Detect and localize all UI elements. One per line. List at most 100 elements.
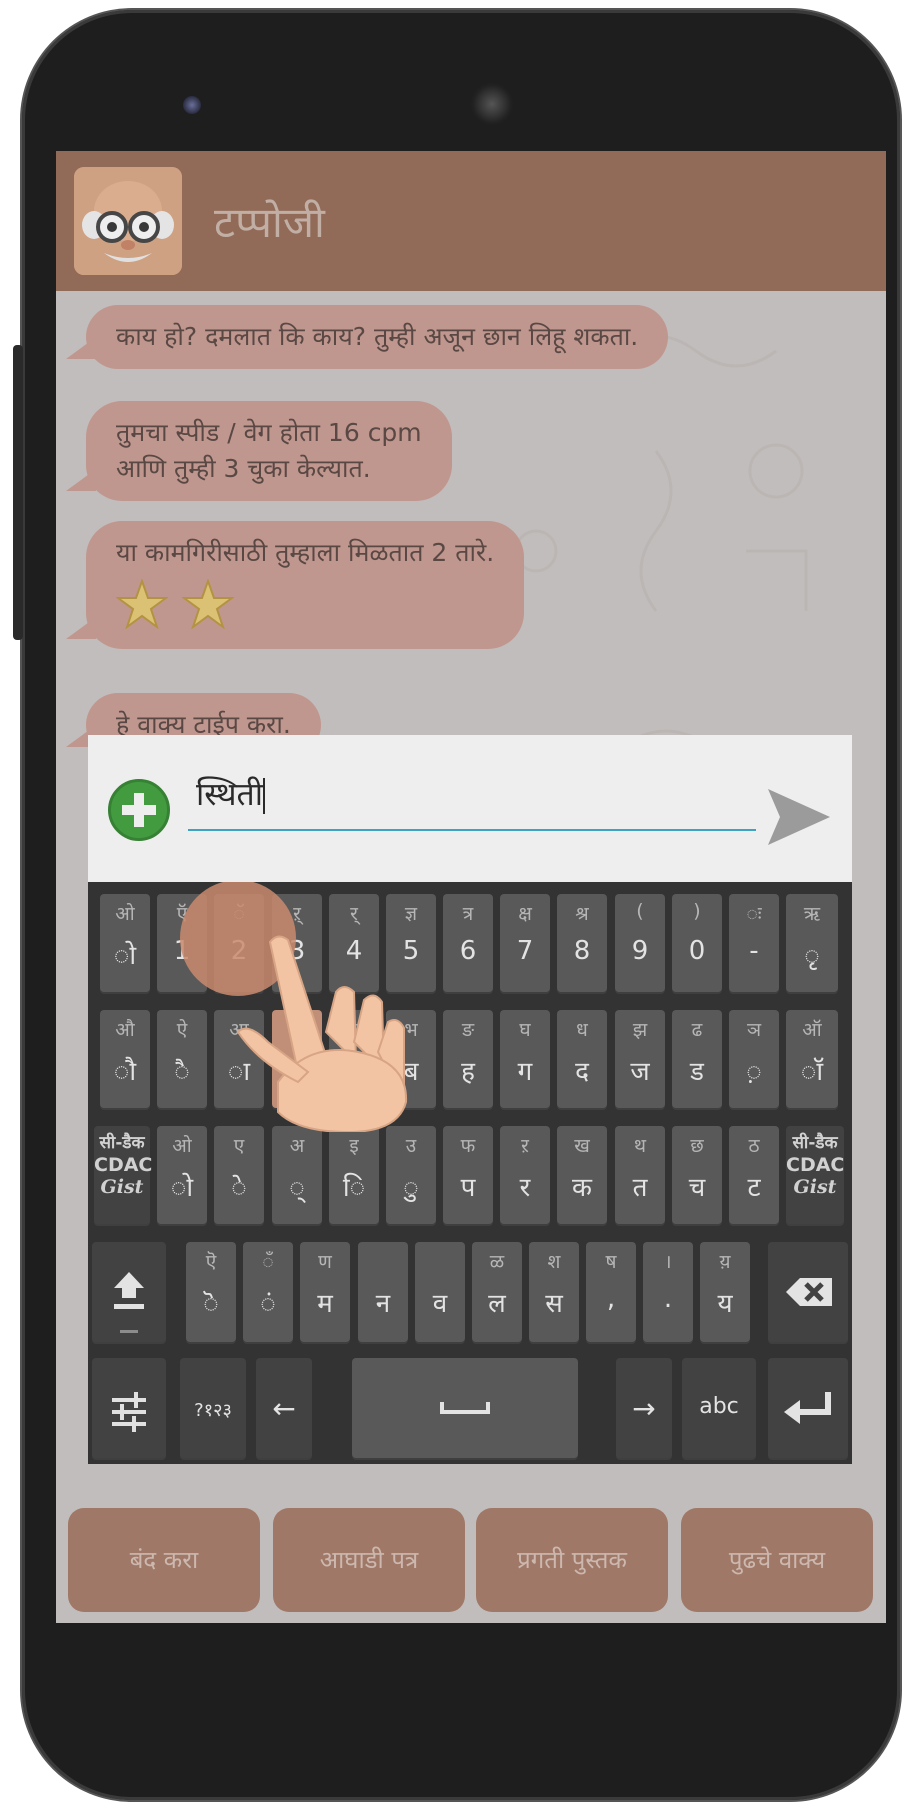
key-label: म	[317, 1289, 333, 1319]
key[interactable]: ऊू	[329, 1010, 379, 1108]
cdac-gist-logo-key[interactable]: सी-डैक CDAC Gist	[786, 1126, 844, 1224]
key[interactable]: भब	[386, 1010, 436, 1108]
cdac-gist-logo-key[interactable]: सी-डैक CDAC Gist	[94, 1126, 153, 1224]
message-line: आणि तुम्ही 3 चुका केल्यात.	[116, 454, 371, 483]
right-arrow-key[interactable]: →	[616, 1358, 672, 1458]
chat-bubble: तुमचा स्पीड / वेग होता 16 cpm आणि तुम्ही…	[66, 401, 452, 501]
backspace-key[interactable]	[768, 1242, 848, 1342]
key-hint-label: उ	[405, 1135, 417, 1157]
close-button[interactable]: बंद करा	[68, 1508, 260, 1612]
key-label: ड	[690, 1057, 704, 1087]
key[interactable]: णम	[300, 1242, 350, 1342]
key-hint-label: ई	[292, 1019, 302, 1041]
send-icon[interactable]	[766, 787, 832, 847]
key[interactable]: इि	[329, 1126, 379, 1224]
key-label: ब	[403, 1057, 419, 1087]
key-hint-label: ओ	[115, 903, 135, 925]
enter-key[interactable]	[768, 1358, 848, 1458]
key[interactable]: खक	[557, 1126, 607, 1224]
key[interactable]: आा	[214, 1010, 264, 1108]
key[interactable]: ओो	[100, 894, 150, 992]
key[interactable]: व	[415, 1242, 465, 1342]
key[interactable]: ऱ् 3	[272, 894, 322, 992]
abc-key[interactable]: abc	[682, 1358, 756, 1458]
text-input[interactable]: स्थिती	[188, 769, 756, 831]
key[interactable]: ) 0	[672, 894, 722, 992]
key-hint-label: ण	[318, 1251, 332, 1273]
key[interactable]: ः -	[729, 894, 779, 992]
key[interactable]: त्र 6	[443, 894, 493, 992]
key-hint-label: ऑ	[802, 1019, 822, 1041]
key[interactable]: न	[358, 1242, 408, 1342]
key[interactable]: ँं	[243, 1242, 293, 1342]
key-label: ल	[488, 1289, 506, 1319]
key[interactable]: झज	[615, 1010, 665, 1108]
key[interactable]: य़ य	[700, 1242, 750, 1342]
key-hint-label: ठ	[748, 1135, 760, 1157]
next-sentence-button[interactable]: पुढचे वाक्य	[681, 1508, 873, 1612]
key[interactable]: ढड	[672, 1010, 722, 1108]
key-hint-label: ऱ	[521, 1135, 529, 1157]
key[interactable]: उु	[386, 1126, 436, 1224]
key-label: ॆ	[203, 1289, 219, 1319]
progress-book-button[interactable]: प्रगती पुस्तक	[476, 1508, 668, 1612]
key[interactable]: श्र 8	[557, 894, 607, 992]
key-label: 4	[345, 936, 363, 966]
key[interactable]: छच	[672, 1126, 722, 1224]
brand-line: सी-डैक	[99, 1133, 145, 1153]
key[interactable]: र् 4	[329, 894, 379, 992]
key[interactable]: ऐै	[157, 1010, 207, 1108]
shift-icon	[114, 1272, 144, 1333]
key[interactable]: अ्	[272, 1126, 322, 1224]
key-hint-label: ज्ञ	[404, 903, 418, 925]
key-label: ग	[517, 1057, 533, 1087]
key-label: ,	[606, 1284, 616, 1314]
key-label: 9	[631, 936, 649, 966]
key[interactable]: क्ष 7	[500, 894, 550, 992]
key[interactable]: ऎॆ	[186, 1242, 236, 1342]
key[interactable]: ळल	[472, 1242, 522, 1342]
key[interactable]: ङह	[443, 1010, 493, 1108]
brand-line: CDAC	[94, 1154, 153, 1176]
key[interactable]: ॅ 2	[214, 894, 264, 992]
key-hint-label: भ	[404, 1019, 418, 1041]
key[interactable]: ष,	[586, 1242, 636, 1342]
key[interactable]: ऍ1	[157, 894, 207, 992]
key[interactable]: ।.	[643, 1242, 693, 1342]
key-hint-label: इ	[349, 1135, 359, 1157]
add-button[interactable]	[108, 779, 170, 841]
space-key[interactable]	[352, 1358, 578, 1458]
key[interactable]: ओो	[157, 1126, 207, 1224]
key[interactable]: ऋृ	[786, 894, 838, 992]
symbols-key[interactable]: ?१२३	[180, 1358, 246, 1458]
key-pressed[interactable]: ईी	[272, 1010, 322, 1108]
leading-letter-button[interactable]: आघाडी पत्र	[273, 1508, 465, 1612]
key[interactable]: ऱर	[500, 1126, 550, 1224]
key[interactable]: एे	[214, 1126, 264, 1224]
app-bar: टप्पोजी	[56, 151, 886, 291]
backspace-icon	[786, 1278, 832, 1306]
key[interactable]: (9	[615, 894, 665, 992]
key[interactable]: ञ़	[729, 1010, 779, 1108]
key[interactable]: ठट	[729, 1126, 779, 1224]
key[interactable]: धद	[557, 1010, 607, 1108]
key[interactable]: औौ	[100, 1010, 150, 1108]
key-hint-label: फ	[460, 1135, 476, 1157]
key-label: ि	[342, 1173, 366, 1203]
key-hint-label: ओ	[172, 1135, 192, 1157]
key[interactable]: फप	[443, 1126, 493, 1224]
key[interactable]: शस	[529, 1242, 579, 1342]
key-hint-label: ऍ	[176, 903, 188, 925]
key[interactable]: ऑॉ	[786, 1010, 838, 1108]
left-arrow-key[interactable]: ←	[256, 1358, 312, 1458]
key-hint-label: र्	[350, 903, 358, 925]
key-hint-label: अ	[289, 1135, 305, 1157]
key-label: ृ	[804, 941, 820, 971]
shift-key[interactable]	[92, 1242, 166, 1342]
settings-key[interactable]	[92, 1358, 166, 1458]
key[interactable]: थत	[615, 1126, 665, 1224]
key-label: प	[460, 1173, 476, 1203]
key[interactable]: ज्ञ 5	[386, 894, 436, 992]
key[interactable]: घग	[500, 1010, 550, 1108]
chat-bubble: काय हो? दमलात कि काय? तुम्ही अजून छान लि…	[65, 305, 669, 369]
